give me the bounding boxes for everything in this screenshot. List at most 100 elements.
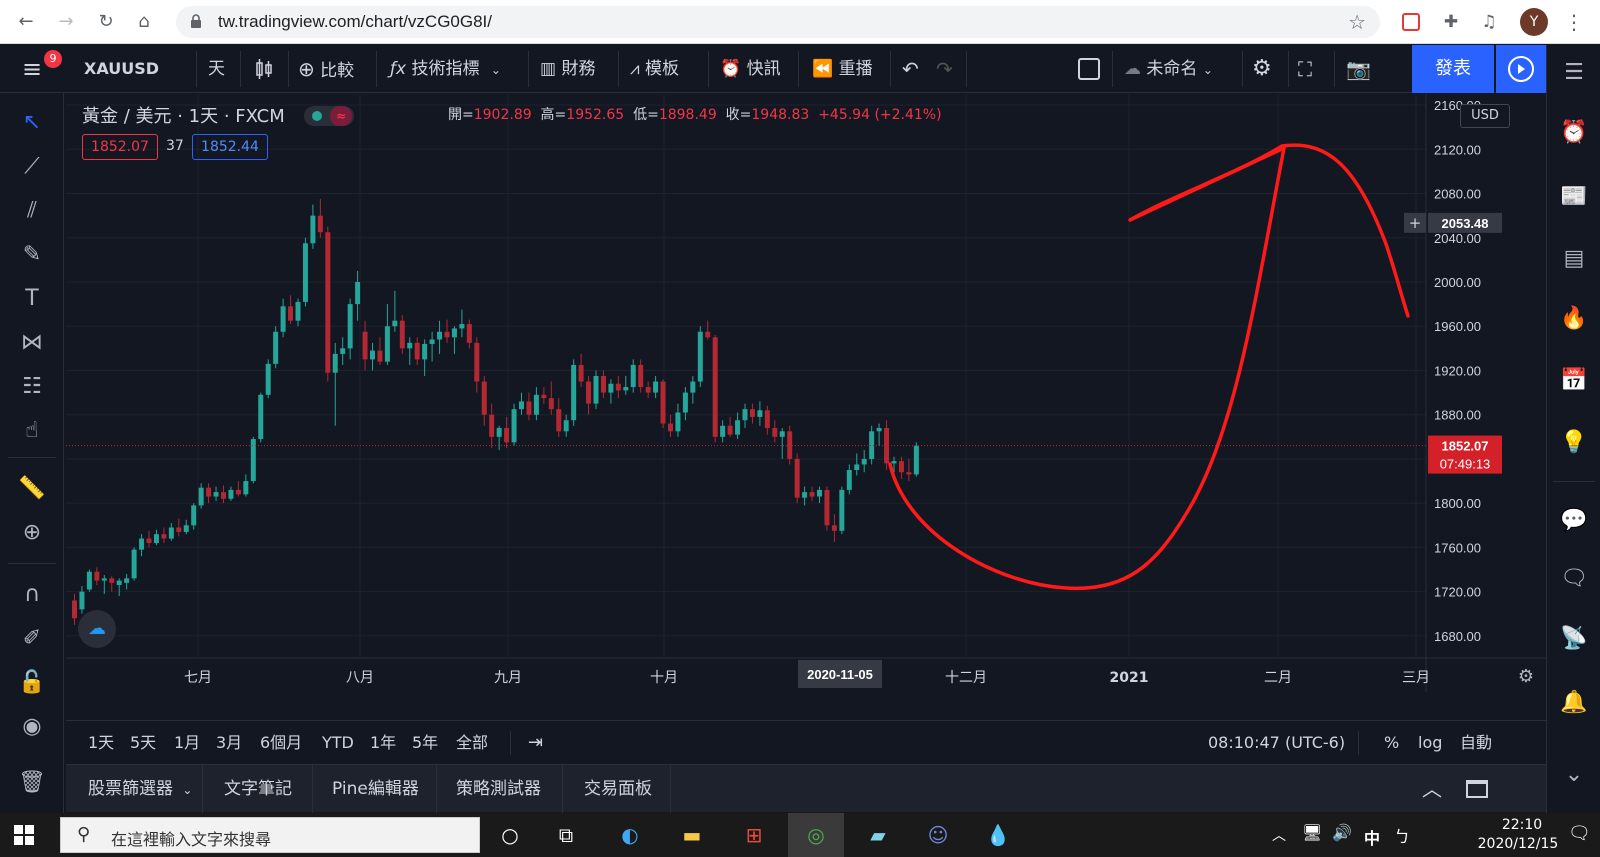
fullscreen-icon[interactable]: ⛶ [1298, 45, 1312, 93]
cortana-icon[interactable]: ○ [482, 813, 538, 857]
layout-name-button[interactable]: ☁ 未命名 ⌄ [1124, 45, 1213, 93]
log-scale-toggle[interactable]: log [1418, 721, 1442, 765]
ruler-icon[interactable]: 📏 [14, 471, 50, 507]
price-chart[interactable]: 1680.001720.001760.001800.001840.001880.… [66, 94, 1546, 720]
brush-icon[interactable]: ✎ [14, 237, 50, 273]
magnet-icon[interactable]: ∩ [14, 577, 50, 613]
text-tool-icon[interactable]: T [14, 281, 50, 317]
panel-maximize-icon[interactable] [1466, 765, 1488, 813]
redo-icon[interactable]: ↷ [936, 45, 953, 93]
task-view-icon[interactable]: ⧉ [538, 813, 594, 857]
sell-price-button[interactable]: 1852.07 [82, 134, 158, 160]
zoom-in-icon[interactable]: ⊕ [14, 515, 50, 551]
timezone-clock[interactable]: 08:10:47 (UTC-6) [1208, 721, 1345, 765]
cursor-icon[interactable]: ↖ [14, 105, 50, 141]
hotlist-fire-icon[interactable]: 🔥 [1556, 301, 1592, 337]
range-6m[interactable]: 6個月 [260, 721, 302, 765]
range-ytd[interactable]: YTD [322, 721, 354, 765]
tab-pine-editor[interactable]: Pine編輯器 [332, 765, 419, 813]
publish-button[interactable]: 發表 [1412, 45, 1494, 93]
auto-scale-toggle[interactable]: 自動 [1460, 721, 1492, 765]
hand-icon[interactable]: ☝ [14, 413, 50, 449]
currency-label[interactable]: USD [1460, 104, 1510, 128]
file-explorer-icon[interactable]: ▬ [664, 813, 720, 857]
taskbar-time[interactable]: 22:10 [1472, 817, 1572, 833]
chrome-icon[interactable]: ◎ [788, 813, 844, 857]
play-icon[interactable] [1496, 45, 1546, 93]
hamburger-menu-icon[interactable]: ≡ [14, 45, 50, 93]
candle-style-icon[interactable] [254, 45, 274, 93]
discord-icon[interactable]: ☺ [910, 813, 966, 857]
calendar-icon[interactable]: 📅 [1556, 363, 1592, 399]
profile-avatar[interactable]: Y [1520, 8, 1548, 36]
tradingview-logo[interactable]: ☁ [78, 610, 116, 648]
replay-button[interactable]: ⏪ 重播 [812, 45, 873, 93]
ideas-bulb-icon[interactable]: 💡 [1556, 425, 1592, 461]
range-1y[interactable]: 1年 [370, 721, 396, 765]
address-bar[interactable]: tw.tradingview.com/chart/vzCG0G8I/ ☆ [176, 6, 1380, 38]
pattern-icon[interactable]: ⋈ [14, 325, 50, 361]
reload-icon[interactable]: ↻ [92, 8, 120, 36]
windows-start-icon[interactable] [14, 825, 34, 845]
bookmark-star-icon[interactable]: ☆ [1348, 10, 1366, 34]
range-5y[interactable]: 5年 [412, 721, 438, 765]
range-1m[interactable]: 1月 [174, 721, 200, 765]
news-icon[interactable]: 📰 [1556, 179, 1592, 215]
camera-icon[interactable]: 📷 [1346, 45, 1371, 93]
chat-rooms-icon[interactable]: 🗨 [1556, 561, 1592, 597]
unlock-icon[interactable]: 🔓 [14, 665, 50, 701]
forecast-icon[interactable]: ☷ [14, 369, 50, 405]
chat-icon[interactable]: 💬 [1556, 503, 1592, 539]
market-status-indicator[interactable]: ≈ [304, 106, 354, 126]
ime-indicator[interactable]: 中 [1364, 825, 1380, 849]
collapse-chevron-icon[interactable]: ⌄ [1556, 757, 1592, 793]
ime-mode-icon[interactable]: ㄅ [1394, 823, 1410, 847]
streams-icon[interactable]: 📡 [1556, 621, 1592, 657]
taskbar-search-input[interactable]: ⚲ 在這裡輸入文字來搜尋 [60, 817, 480, 853]
interval-button[interactable]: 天 [208, 45, 225, 93]
goto-date-icon[interactable]: ⇥ [528, 721, 543, 765]
percent-scale-toggle[interactable]: % [1384, 721, 1399, 765]
extension-shield-icon[interactable] [1398, 9, 1424, 35]
financials-button[interactable]: ▥ 財務 [540, 45, 595, 93]
eye-icon[interactable]: ◉ [14, 709, 50, 745]
range-1d[interactable]: 1天 [88, 721, 114, 765]
trend-line-icon[interactable]: ⟋ [14, 149, 50, 185]
symbol-search-button[interactable]: XAUUSD [84, 45, 159, 93]
action-center-icon[interactable]: 🗨 [1568, 823, 1591, 844]
volume-icon[interactable]: 🔊 [1332, 823, 1352, 842]
watchlist-icon[interactable]: ☰ [1556, 55, 1592, 91]
media-control-icon[interactable]: ♫ [1476, 9, 1502, 35]
data-window-icon[interactable]: ▤ [1556, 241, 1592, 277]
panel-expand-chevron-icon[interactable]: ︿ [1422, 765, 1442, 813]
lock-drawing-icon[interactable]: ✐ [14, 621, 50, 657]
extensions-puzzle-icon[interactable]: ✚ [1438, 9, 1464, 35]
templates-button[interactable]: ⩘ 模板 [630, 45, 679, 93]
trash-icon[interactable]: 🗑 [14, 765, 50, 801]
network-icon[interactable]: 🖥 [1302, 823, 1322, 842]
tray-expand-icon[interactable]: ︿ [1272, 825, 1286, 845]
pitchfork-icon[interactable]: ⫽ [14, 193, 50, 229]
store-icon[interactable]: ⊞ [726, 813, 782, 857]
back-icon[interactable]: ← [12, 8, 40, 36]
forward-icon[interactable]: → [52, 8, 80, 36]
range-5d[interactable]: 5天 [130, 721, 156, 765]
edge-browser-icon[interactable]: ◐ [602, 813, 658, 857]
compare-button[interactable]: ⊕ 比較 [298, 45, 354, 93]
alert-clock-icon[interactable]: ⏰ [1556, 115, 1592, 151]
tab-text-notes[interactable]: 文字筆記 [224, 765, 292, 813]
notes-app-icon[interactable]: ▰ [850, 813, 906, 857]
indicators-button[interactable]: ƒx 技術指標 ⌄ [390, 45, 501, 93]
paint-drop-icon[interactable]: 💧 [970, 813, 1026, 857]
browser-menu-icon[interactable]: ⋮ [1564, 8, 1584, 36]
settings-gear-icon[interactable]: ⚙ [1252, 45, 1272, 93]
tab-strategy-tester[interactable]: 策略測試器 [456, 765, 541, 813]
taskbar-date[interactable]: 2020/12/15 [1458, 836, 1578, 852]
layout-square-icon[interactable] [1078, 45, 1100, 93]
range-all[interactable]: 全部 [456, 721, 488, 765]
range-3m[interactable]: 3月 [216, 721, 242, 765]
notifications-bell-icon[interactable]: 🔔 [1556, 685, 1592, 721]
undo-icon[interactable]: ↶ [902, 45, 919, 93]
buy-price-button[interactable]: 1852.44 [192, 134, 268, 160]
home-icon[interactable]: ⌂ [130, 8, 158, 36]
